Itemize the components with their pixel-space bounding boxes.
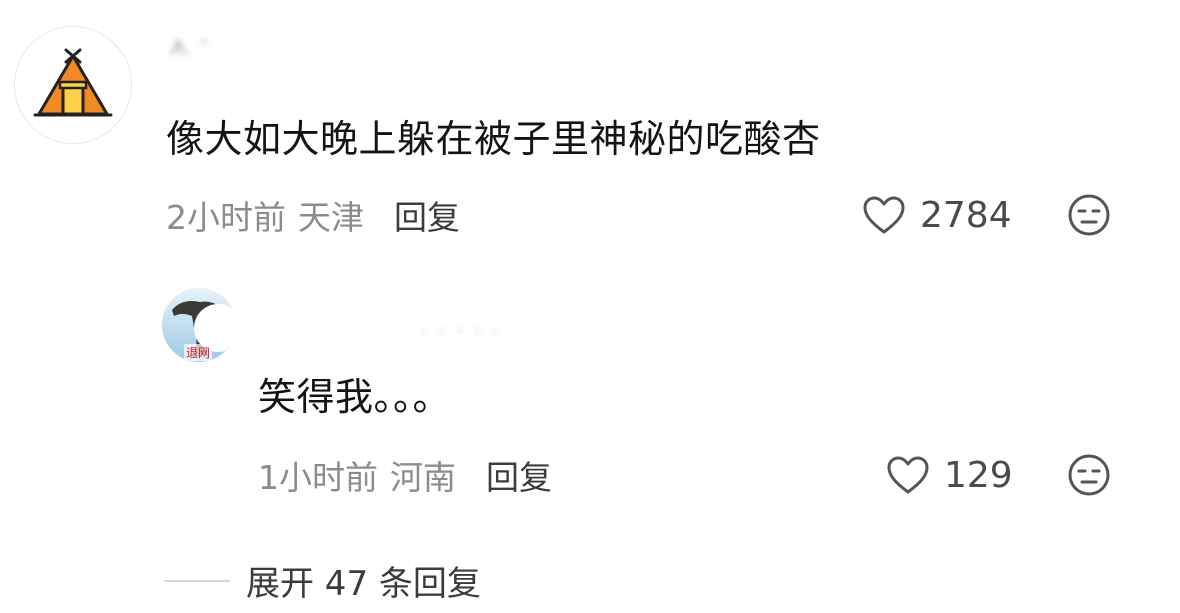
like-button[interactable]: 129 [886,451,1013,499]
username[interactable]: ᗑ ᐪ [168,36,408,76]
comment-meta: 2小时前 天津 回复 [166,191,460,239]
neutral-face-icon [1068,194,1110,236]
avatar[interactable]: 退网 [162,288,236,362]
avatar-badge: 退网 [184,344,213,361]
reply-button[interactable]: 回复 [394,191,460,239]
like-count: 129 [944,454,1013,496]
emoji-reaction-button[interactable] [1067,193,1111,237]
comment-meta: 1小时前 河南 回复 [258,451,552,499]
reply-button[interactable]: 回复 [486,451,552,499]
comment-text: 笑得我。。。 [258,375,452,419]
comment-location: 天津 [298,198,364,237]
neutral-face-icon [1068,454,1110,496]
expand-replies-button[interactable]: 展开 47 条回复 [164,556,481,605]
username[interactable]: · · · · · [420,320,550,342]
like-count: 2784 [920,194,1012,236]
like-button[interactable]: 2784 [862,191,1012,239]
comment-time: 1小时前 [258,458,378,497]
emoji-reaction-button[interactable] [1067,453,1111,497]
heart-outline-icon [863,196,905,234]
expand-replies-label: 展开 47 条回复 [246,564,481,604]
tent-avatar-icon [15,27,131,143]
divider-line [164,579,230,582]
comment-text: 像大如大晚上躲在被子里神秘的吃酸杏 [166,117,821,161]
heart-outline-icon [887,456,929,494]
avatar[interactable] [14,26,132,144]
comment-location: 河南 [390,458,456,497]
comment-time: 2小时前 [166,198,286,237]
